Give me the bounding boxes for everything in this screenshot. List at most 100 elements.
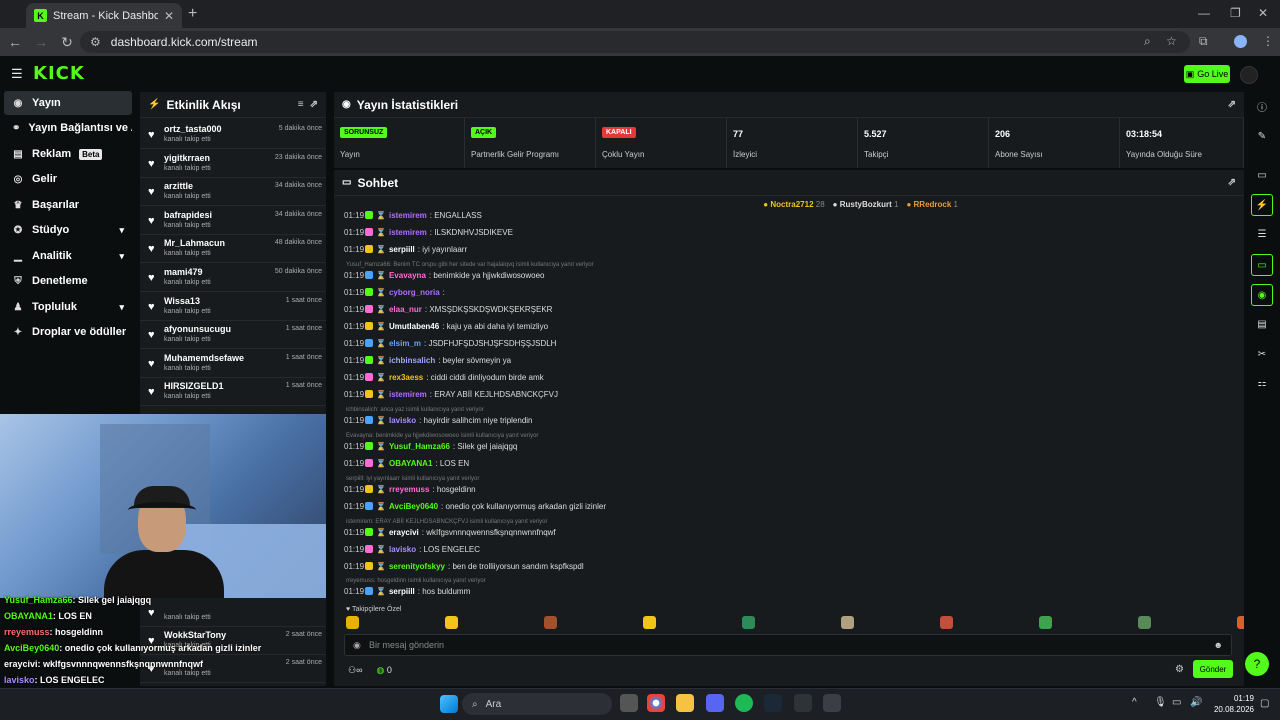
filter-icon[interactable]: ≡ [298,99,304,110]
chat-message[interactable]: 01:19 ⌛ serenityofskyy: ben de trolliiyors… [344,559,584,573]
chat-message[interactable]: 01:19 ⌛ elsim_m: JSDFHJFŞDJSHJŞFSDHŞŞJSDLH [344,336,556,350]
chat-users-icon[interactable]: ⚇∞ [348,665,362,676]
chat-username[interactable]: istemirem [389,228,427,237]
chat-message[interactable]: 01:19 ⌛ AvciBey0640: onedio çok kullanıyor… [344,499,606,513]
windows-start-icon[interactable] [440,695,458,713]
maximize-icon[interactable]: ❐ [1230,6,1241,20]
emote-icon[interactable] [445,616,458,629]
chat-message[interactable]: 01:19 ⌛ serpiill: hos buldumm [344,584,470,598]
chat-message[interactable]: 01:19 ⌛ Yusuf_Hamza66: Silek gel jaiajqgq [344,439,517,453]
chat-message[interactable]: 01:19 ⌛ OBAYANA1: LOS EN [344,456,469,470]
chat-username[interactable]: istemirem [389,390,427,399]
reload-icon[interactable]: ↻ [54,34,80,51]
task-view-icon[interactable] [620,694,638,712]
top-gifter[interactable]: ● RRedrock 1 [906,200,958,209]
chat-input[interactable]: ◉ Bir mesaj gönderin ☻ [344,634,1232,656]
discord-icon[interactable] [706,694,724,712]
popout-icon[interactable]: ⇗ [310,99,318,110]
chat-message[interactable]: 01:19 ⌛ rreyemuss: hosgeldinn [344,482,476,496]
tools-icon[interactable]: ✂ [1251,343,1273,365]
chat-username[interactable]: serpiill [389,587,415,596]
minimize-icon[interactable]: — [1198,6,1210,20]
panel-icon[interactable]: ▭ [1251,164,1273,186]
go-live-button[interactable]: ▣ Go Live [1184,65,1230,83]
chat-message[interactable]: 01:19 ⌛ rex3aess: ciddi ciddi dinliyodum b… [344,370,544,384]
chat-settings-icon[interactable]: ⚙ [1175,664,1184,675]
microphone-icon[interactable]: 🎙 [1154,697,1167,708]
feed-item[interactable]: ♥ Mr_Lahmacun kanalı takip etti 48 dakika ö… [140,234,326,264]
chat-message[interactable]: 01:19 ⌛ eraycivi: wkIfgsvnnnqwennsfkşnqnnw… [344,525,556,539]
chat-username[interactable]: lavisko [389,545,416,554]
emote-icon[interactable] [346,616,359,629]
sidebar-item-yayin-baglantisi[interactable]: ⚭Yayın Bağlantısı ve Anahtarı [4,116,132,140]
url-input[interactable]: ⚙ dashboard.kick.com/stream [80,31,1190,53]
chat-message[interactable]: 01:19 ⌛ Umutlaben46: kaju ya abi daha iyi … [344,319,548,333]
chat-username[interactable]: eraycivi [389,528,419,537]
menu-icon[interactable]: ☰ [11,66,23,82]
feed-item[interactable]: ♥ HIRSIZGELD1 kanalı takip etti 1 saat önce [140,377,326,407]
emote-icon[interactable] [1039,616,1052,629]
feed-item[interactable]: ♥ bafrapidesi kanalı takip etti 34 dakika ö… [140,206,326,235]
chat-username[interactable]: serpiill [389,245,415,254]
browser-tab[interactable]: K Stream - Kick Dashboard ✕ [26,3,182,28]
chat-message[interactable]: 01:19 ⌛ lavisko: LOS ENGELEC [344,542,480,556]
chat-message[interactable]: 01:19 ⌛ cyborg_noria: [344,285,445,299]
help-button[interactable]: ? [1245,652,1269,676]
edit-icon[interactable]: ✎ [1251,125,1273,147]
chrome-icon[interactable] [647,694,665,712]
popout-icon[interactable]: ⇗ [1228,177,1236,188]
top-gifter[interactable]: ● Noctra2712 28 [763,200,824,209]
feed-item[interactable]: ♥ yigitkrraen kanalı takip etti 23 dakika ö… [140,149,326,178]
stats-toggle-icon[interactable]: ◉ [1251,284,1273,306]
feed-item[interactable]: ♥ afyonunsucugu kanalı takip etti 1 saat ön… [140,320,326,350]
browser-menu-icon[interactable]: ⋮ [1262,34,1274,48]
emote-icon[interactable] [1138,616,1151,629]
top-gifter[interactable]: ● RustyBozkurt 1 [833,200,899,209]
info-icon[interactable]: ⓘ [1251,95,1273,117]
sidebar-item-basarilar[interactable]: ♛ Başarılar [4,193,132,217]
chat-username[interactable]: elaa_nur [389,305,422,314]
file-explorer-icon[interactable] [676,694,694,712]
close-window-icon[interactable]: ✕ [1258,6,1268,20]
volume-icon[interactable]: 🔊 [1190,697,1202,708]
sidebar-item-topluluk[interactable]: ♟ Topluluk ▾ [4,295,132,319]
list-icon[interactable]: ☰ [1251,223,1273,245]
profile-avatar[interactable] [1234,35,1247,48]
taskbar-clock[interactable]: 01:19 20.08.2026 [1206,693,1254,715]
send-button[interactable]: Gönder [1193,660,1233,678]
chat-message[interactable]: 01:19 ⌛ serpiill: iyi yayınlaarr [344,242,467,256]
emote-icon[interactable] [742,616,755,629]
chat-message[interactable]: 01:19 ⌛ istemirem: ERAY ABİİ KEJLHDSABNCKÇ… [344,387,558,401]
activity-feed-toggle-icon[interactable]: ⚡ [1251,194,1273,216]
sidebar-item-gelir[interactable]: ◎ Gelir [4,167,132,191]
chat-username[interactable]: elsim_m [389,339,421,348]
feed-item[interactable]: ♥ mami479 kanalı takip etti 50 dakika önce [140,263,326,292]
chat-message[interactable]: 01:19 ⌛ istemirem: ENGALLASS [344,208,482,222]
emote-picker-icon[interactable]: ◉ [353,640,361,651]
new-tab-icon[interactable]: + [188,5,197,23]
emote-icon[interactable] [544,616,557,629]
tray-overflow-icon[interactable]: ^ [1132,697,1137,708]
chat-username[interactable]: cyborg_noria [389,288,440,297]
sidebar-item-analitik[interactable]: ▁ Analitik ▾ [4,244,132,268]
sidebar-item-denetleme[interactable]: ⛨ Denetleme [4,269,132,293]
steam-icon[interactable] [764,694,782,712]
sidebar-item-reklam[interactable]: ▤ Reklam Beta [4,142,132,166]
network-icon[interactable]: ▭ [1172,697,1181,708]
bookmark-star-icon[interactable]: ☆ [1166,34,1177,48]
app-icon[interactable] [823,694,841,712]
chat-message[interactable]: 01:19 ⌛ elaa_nur: XMSŞDKŞSKDŞWDKŞEKRŞEKR [344,302,552,316]
points-counter[interactable]: ◍ 0 [376,665,391,676]
taskbar-search[interactable]: ⌕ Ara [462,693,612,715]
notifications-icon[interactable]: ▢ [1260,698,1269,709]
chat-message[interactable]: 01:19 ⌛ Evavayna: benimkide ya hjjwkdiwoso… [344,268,545,282]
moderation-icon[interactable]: ▤ [1251,313,1273,335]
chat-username[interactable]: istemirem [389,211,427,220]
feed-item[interactable]: ♥ ortz_tasta000 kanalı takip etti 5 dakika … [140,120,326,149]
zoom-icon[interactable]: ⌕ [1144,34,1151,49]
kick-logo[interactable]: KICK [33,63,85,84]
chat-username[interactable]: Umutlaben46 [389,322,439,331]
chat-message[interactable]: 01:19 ⌛ istemirem: ILSKDNHVJSDIKEVE [344,225,513,239]
feed-item[interactable]: ♥ Wissa13 kanalı takip etti 1 saat önce [140,292,326,321]
share-icon[interactable]: ⚏ [1251,372,1273,394]
